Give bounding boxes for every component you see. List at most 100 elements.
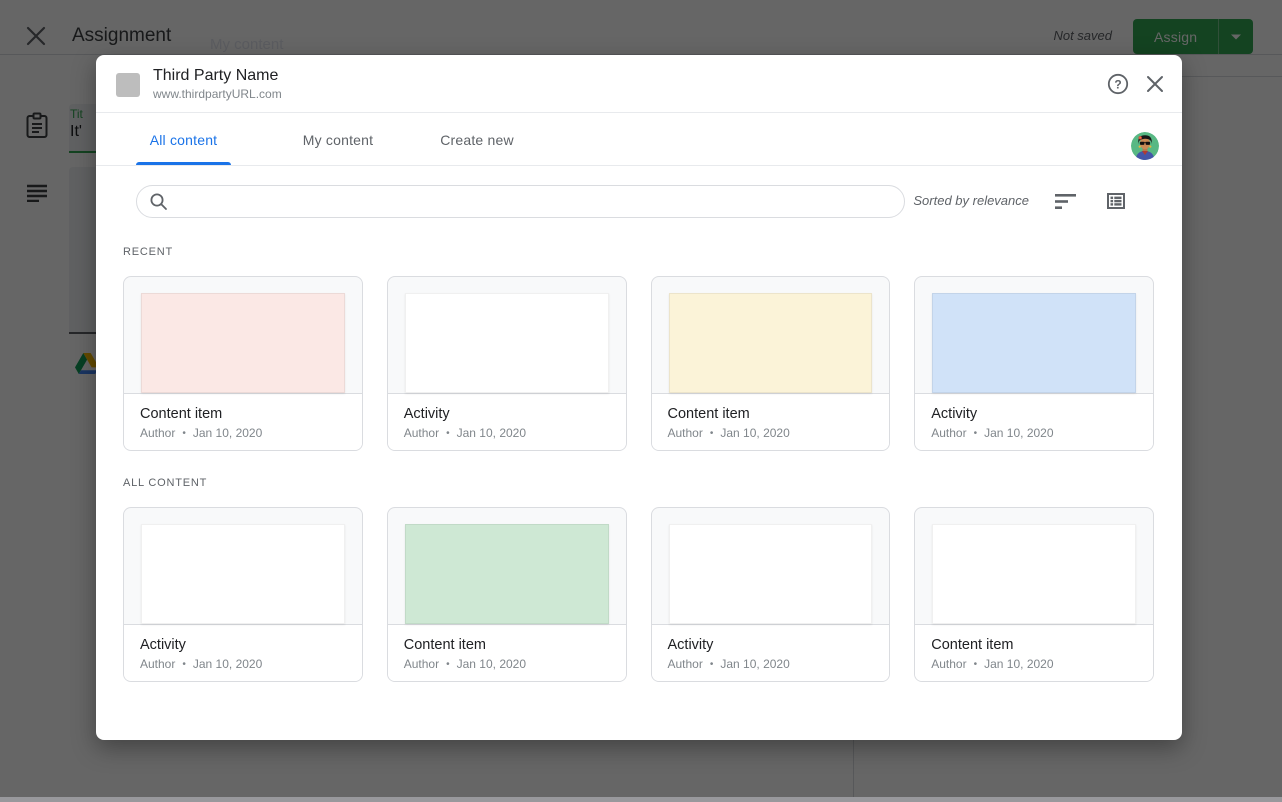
content-toolbar: Sorted by relevance [123,185,1154,218]
card-meta: Author • Jan 10, 2020 [931,657,1137,671]
card-thumb-inner [141,524,345,624]
card-meta: Author • Jan 10, 2020 [668,426,874,440]
card-thumbnail [915,508,1153,624]
card-footer: Content item Author • Jan 10, 2020 [388,624,626,682]
card-author: Author [668,426,703,440]
list-view-icon[interactable] [1106,191,1126,216]
content-card[interactable]: Activity Author • Jan 10, 2020 [914,276,1154,451]
svg-text:?: ? [1114,77,1121,91]
card-date: Jan 10, 2020 [193,657,262,671]
card-grid: Activity Author • Jan 10, 2020 Content i… [123,507,1154,682]
sort-icon[interactable] [1055,194,1076,215]
card-meta: Author • Jan 10, 2020 [931,426,1137,440]
card-author: Author [140,657,175,671]
content-section: RECENT Content item Author • Jan 10, 202… [123,246,1154,451]
search-bar[interactable] [136,185,905,218]
card-footer: Activity Author • Jan 10, 2020 [388,393,626,451]
section-label: RECENT [123,246,1154,258]
card-meta: Author • Jan 10, 2020 [404,426,610,440]
card-date: Jan 10, 2020 [457,657,526,671]
content-card[interactable]: Activity Author • Jan 10, 2020 [651,507,891,682]
content-card[interactable]: Content item Author • Jan 10, 2020 [123,276,363,451]
tab-create-new[interactable]: Create new [428,113,526,166]
card-author: Author [931,657,966,671]
content-card[interactable]: Activity Author • Jan 10, 2020 [387,276,627,451]
card-thumbnail [388,277,626,393]
card-title: Activity [404,404,610,424]
content-card[interactable]: Content item Author • Jan 10, 2020 [387,507,627,682]
card-footer: Activity Author • Jan 10, 2020 [915,393,1153,451]
card-thumb-inner [669,524,873,624]
help-icon[interactable]: ? [1106,72,1130,96]
card-author: Author [404,426,439,440]
window-bottom-edge [0,797,1282,802]
card-dot: • [974,659,978,670]
third-party-picker-dialog: Third Party Name www.thirdpartyURL.com ?… [96,55,1182,740]
ghost-my-content-text: My content [210,36,283,53]
dialog-url: www.thirdpartyURL.com [153,86,282,102]
card-footer: Activity Author • Jan 10, 2020 [652,624,890,682]
dialog-title: Third Party Name [153,65,282,86]
card-author: Author [931,426,966,440]
card-footer: Content item Author • Jan 10, 2020 [652,393,890,451]
card-dot: • [182,428,186,439]
card-date: Jan 10, 2020 [984,426,1053,440]
dialog-body: Sorted by relevance [96,166,1182,682]
card-thumbnail [652,508,890,624]
card-author: Author [404,657,439,671]
card-thumb-inner [405,293,609,393]
close-dialog-icon[interactable] [1143,72,1167,96]
card-date: Jan 10, 2020 [457,426,526,440]
card-title: Activity [140,635,346,655]
card-thumbnail [388,508,626,624]
card-dot: • [710,428,714,439]
card-dot: • [182,659,186,670]
card-dot: • [974,428,978,439]
card-thumb-inner [669,293,873,393]
avatar[interactable] [1131,132,1159,160]
tab-all-content[interactable]: All content [136,113,231,166]
card-meta: Author • Jan 10, 2020 [404,657,610,671]
card-dot: • [710,659,714,670]
card-thumb-inner [405,524,609,624]
content-section: ALL CONTENT Activity Author • Jan 10, 20… [123,477,1154,682]
card-meta: Author • Jan 10, 2020 [140,657,346,671]
card-footer: Activity Author • Jan 10, 2020 [124,624,362,682]
card-thumbnail [652,277,890,393]
card-title: Activity [668,635,874,655]
card-title: Activity [931,404,1137,424]
card-footer: Content item Author • Jan 10, 2020 [915,624,1153,682]
card-grid: Content item Author • Jan 10, 2020 Activ… [123,276,1154,451]
third-party-logo [116,73,140,97]
card-thumb-inner [932,524,1136,624]
card-title: Content item [931,635,1137,655]
card-date: Jan 10, 2020 [720,657,789,671]
card-thumbnail [124,508,362,624]
card-author: Author [140,426,175,440]
card-thumbnail [915,277,1153,393]
card-meta: Author • Jan 10, 2020 [668,657,874,671]
card-thumbnail [124,277,362,393]
card-title: Content item [668,404,874,424]
dialog-title-block: Third Party Name www.thirdpartyURL.com [153,65,282,102]
card-thumb-inner [932,293,1136,393]
sort-status-label: Sorted by relevance [913,193,1029,208]
card-date: Jan 10, 2020 [193,426,262,440]
active-tab-underline [136,162,231,165]
card-author: Author [668,657,703,671]
search-input[interactable] [178,194,892,210]
section-label: ALL CONTENT [123,477,1154,489]
card-dot: • [446,659,450,670]
card-thumb-inner [141,293,345,393]
card-footer: Content item Author • Jan 10, 2020 [124,393,362,451]
dialog-tab-bar: All content My content Create new [96,113,1182,166]
search-icon [149,192,168,211]
content-card[interactable]: Content item Author • Jan 10, 2020 [914,507,1154,682]
content-card[interactable]: Content item Author • Jan 10, 2020 [651,276,891,451]
content-sections: RECENT Content item Author • Jan 10, 202… [123,246,1154,682]
content-card[interactable]: Activity Author • Jan 10, 2020 [123,507,363,682]
tab-my-content[interactable]: My content [288,113,388,166]
card-date: Jan 10, 2020 [984,657,1053,671]
dialog-header: Third Party Name www.thirdpartyURL.com ? [96,55,1182,113]
card-title: Content item [404,635,610,655]
